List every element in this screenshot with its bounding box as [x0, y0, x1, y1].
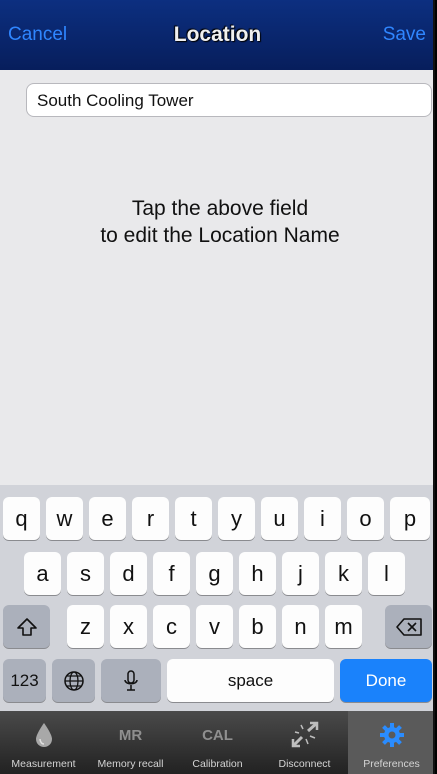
key-e[interactable]: e — [89, 497, 126, 540]
space-key[interactable]: space — [167, 659, 334, 702]
tab-calibration-label: Calibration — [192, 758, 243, 770]
tab-bar: Measurement MR Memory recall CAL Calibra… — [0, 711, 433, 774]
tab-preferences[interactable]: Preferences — [348, 711, 433, 774]
key-w[interactable]: w — [46, 497, 83, 540]
key-j[interactable]: j — [282, 552, 319, 595]
tab-measurement[interactable]: Measurement — [0, 711, 87, 774]
shift-key[interactable] — [3, 605, 50, 648]
tab-disconnect[interactable]: Disconnect — [261, 711, 348, 774]
microphone-icon — [124, 669, 138, 691]
key-k[interactable]: k — [325, 552, 362, 595]
key-z[interactable]: z — [67, 605, 104, 648]
key-u[interactable]: u — [261, 497, 298, 540]
key-t[interactable]: t — [175, 497, 212, 540]
disconnect-icon — [261, 721, 348, 749]
calibration-icon: CAL — [202, 726, 233, 744]
tab-preferences-label: Preferences — [363, 758, 420, 770]
key-r[interactable]: r — [132, 497, 169, 540]
key-y[interactable]: y — [218, 497, 255, 540]
tab-memory-recall-label: Memory recall — [97, 758, 164, 770]
memory-recall-icon: MR — [118, 726, 143, 744]
key-d[interactable]: d — [110, 552, 147, 595]
on-screen-keyboard: q w e r t y u i o p a s d f g h j k l z … — [0, 485, 433, 711]
key-o[interactable]: o — [347, 497, 384, 540]
tab-measurement-label: Measurement — [11, 758, 76, 770]
gear-icon — [348, 721, 433, 749]
key-g[interactable]: g — [196, 552, 233, 595]
globe-key[interactable] — [52, 659, 95, 702]
key-c[interactable]: c — [153, 605, 190, 648]
key-l[interactable]: l — [368, 552, 405, 595]
tab-disconnect-label: Disconnect — [278, 758, 331, 770]
key-n[interactable]: n — [282, 605, 319, 648]
key-a[interactable]: a — [24, 552, 61, 595]
instruction-text: Tap the above field to edit the Location… — [0, 195, 433, 249]
drop-icon — [0, 721, 87, 749]
done-key[interactable]: Done — [340, 659, 432, 702]
instruction-line-2: to edit the Location Name — [100, 224, 340, 247]
key-s[interactable]: s — [67, 552, 104, 595]
key-i[interactable]: i — [304, 497, 341, 540]
navigation-bar: Cancel Location Save — [0, 0, 433, 70]
save-button[interactable]: Save — [383, 24, 426, 46]
backspace-key[interactable] — [385, 605, 432, 648]
key-b[interactable]: b — [239, 605, 276, 648]
shift-icon — [16, 617, 37, 636]
key-q[interactable]: q — [3, 497, 40, 540]
key-x[interactable]: x — [110, 605, 147, 648]
tab-memory-recall[interactable]: MR Memory recall — [87, 711, 174, 774]
key-h[interactable]: h — [239, 552, 276, 595]
key-v[interactable]: v — [196, 605, 233, 648]
numbers-key[interactable]: 123 — [3, 659, 46, 702]
location-edit-screen: Cancel Location Save South Cooling Tower… — [0, 0, 435, 774]
backspace-icon — [395, 617, 422, 636]
instruction-line-1: Tap the above field — [131, 197, 309, 220]
location-name-input[interactable]: South Cooling Tower — [26, 83, 432, 117]
key-f[interactable]: f — [153, 552, 190, 595]
key-p[interactable]: p — [390, 497, 430, 540]
globe-icon — [63, 670, 84, 691]
key-m[interactable]: m — [325, 605, 362, 648]
tab-calibration[interactable]: CAL Calibration — [174, 711, 261, 774]
page-title: Location — [173, 23, 262, 46]
dictation-key[interactable] — [101, 659, 161, 702]
